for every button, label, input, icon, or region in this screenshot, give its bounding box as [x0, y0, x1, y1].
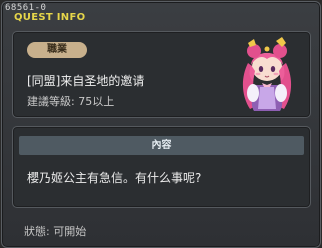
- quest-status: 狀態: 可開始: [24, 225, 87, 238]
- window-title: QUEST INFO: [14, 12, 86, 23]
- category-badge: 職業: [27, 42, 87, 58]
- quest-level-requirement: 建議等級: 75以上: [27, 95, 115, 108]
- quest-content-panel: 內容 櫻乃姬公主有急信。有什么事呢?: [12, 126, 311, 208]
- sakuno-princess-icon: [242, 37, 292, 111]
- content-header: 內容: [19, 136, 304, 155]
- quest-info-window: 68561-0 QUEST INFO 職業 [同盟]来自圣地的邀请 建議等級: …: [1, 1, 321, 248]
- quest-summary-panel: 職業 [同盟]来自圣地的邀请 建議等級: 75以上: [12, 31, 311, 118]
- content-text: 櫻乃姬公主有急信。有什么事呢?: [27, 171, 202, 185]
- quest-name: [同盟]来自圣地的邀请: [27, 74, 145, 88]
